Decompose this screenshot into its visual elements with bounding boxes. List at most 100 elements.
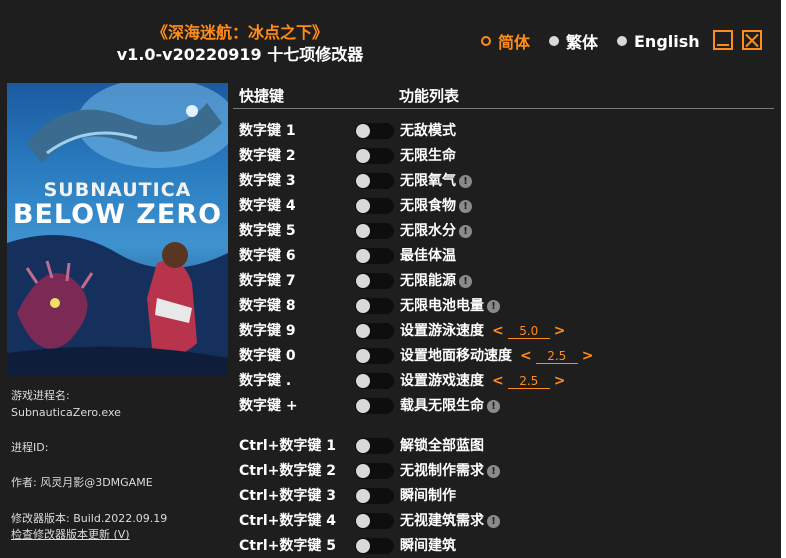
increase-arrow-icon[interactable]: > <box>554 321 566 341</box>
warning-icon: ! <box>459 174 472 188</box>
cheat-label: 无视建筑需求 <box>400 513 484 529</box>
cheat-hotkey: Ctrl+数字键 5 <box>239 538 337 554</box>
cheat-label-group: 瞬间制作 <box>400 486 456 506</box>
cheat-toggle[interactable] <box>355 373 394 389</box>
cheat-row: 数字键 5 无限水分! <box>0 221 781 241</box>
cheat-label-group: 载具无限生命! <box>400 396 500 416</box>
app-subtitle: v1.0-v20220919 十七项修改器 <box>116 45 364 64</box>
cheat-toggle[interactable] <box>355 248 394 264</box>
cheat-hotkey: 数字键 8 <box>239 298 296 314</box>
cheat-hotkey: 数字键 5 <box>239 223 296 239</box>
cheat-toggle[interactable] <box>355 148 394 164</box>
cheat-label: 无限水分 <box>400 223 456 239</box>
language-option-english[interactable]: English <box>617 30 700 52</box>
language-label: English <box>634 31 700 51</box>
cheat-label: 解锁全部蓝图 <box>400 438 484 454</box>
cheat-label-group: 设置游戏速度 <2.5 > <box>400 371 565 391</box>
warning-icon: ! <box>487 464 500 478</box>
cheat-hotkey: 数字键 0 <box>239 348 296 364</box>
stepper-value[interactable]: 5.0 <box>507 324 550 339</box>
close-icon[interactable] <box>742 30 762 50</box>
cheat-toggle[interactable] <box>355 223 394 239</box>
cheat-label-group: 无限生命 <box>400 146 456 166</box>
cheat-label: 无限电池电量 <box>400 298 484 314</box>
cheat-label-group: 无敌模式 <box>400 121 456 141</box>
language-label: 繁体 <box>566 33 599 52</box>
cheat-label-group: 无限氧气! <box>400 171 472 191</box>
minimize-icon[interactable] <box>713 30 733 50</box>
language-label: 简体 <box>498 33 531 52</box>
cheat-toggle[interactable] <box>355 323 394 339</box>
cheat-hotkey: Ctrl+数字键 1 <box>239 438 337 454</box>
language-option-traditional[interactable]: 繁体 <box>549 30 598 52</box>
cheat-row: 数字键 8 无限电池电量! <box>0 296 781 316</box>
cheat-label: 无限生命 <box>400 148 456 164</box>
cheat-row: 数字键 + 载具无限生命! <box>0 396 781 416</box>
cheat-toggle[interactable] <box>355 398 394 414</box>
header-divider <box>233 108 774 109</box>
cheat-label-group: 瞬间建筑 <box>400 536 456 556</box>
app-title: 《深海迷航：冰点之下》 <box>151 23 328 42</box>
toggle-knob <box>356 324 370 338</box>
toggle-knob <box>356 224 370 238</box>
toggle-knob <box>356 439 370 453</box>
hotkey-column-header: 快捷键 <box>239 87 285 105</box>
language-option-simplified[interactable]: 简体 <box>481 30 530 52</box>
cheat-toggle[interactable] <box>355 438 394 454</box>
cheat-label-group: 最佳体温 <box>400 246 456 266</box>
cheat-label: 无敌模式 <box>400 123 456 139</box>
toggle-knob <box>356 149 370 163</box>
cheat-toggle[interactable] <box>355 298 394 314</box>
cheat-row: 数字键 . 设置游戏速度 <2.5 > <box>0 371 781 391</box>
decrease-arrow-icon[interactable]: < <box>492 321 504 341</box>
value-stepper: <2.5 > <box>520 346 593 366</box>
cheat-label: 载具无限生命 <box>400 398 484 414</box>
cheat-hotkey: 数字键 7 <box>239 273 296 289</box>
cheat-toggle[interactable] <box>355 198 394 214</box>
radio-icon <box>617 36 627 46</box>
toggle-knob <box>356 174 370 188</box>
cheat-toggle[interactable] <box>355 348 394 364</box>
cheat-row: Ctrl+数字键 3 瞬间制作 <box>0 486 781 506</box>
cheat-label-group: 无限水分! <box>400 221 472 241</box>
toggle-knob <box>356 249 370 263</box>
warning-icon: ! <box>459 224 472 238</box>
toggle-knob <box>356 539 370 553</box>
cheat-hotkey: Ctrl+数字键 2 <box>239 463 337 479</box>
cheat-row: 数字键 7 无限能源! <box>0 271 781 291</box>
decrease-arrow-icon[interactable]: < <box>492 371 504 391</box>
cheat-label: 设置地面移动速度 <box>400 348 512 364</box>
increase-arrow-icon[interactable]: > <box>582 346 594 366</box>
cheat-hotkey: 数字键 . <box>239 373 292 389</box>
toggle-knob <box>356 489 370 503</box>
cheat-label-group: 无视建筑需求! <box>400 511 500 531</box>
stepper-value[interactable]: 2.5 <box>507 374 550 389</box>
decrease-arrow-icon[interactable]: < <box>520 346 532 366</box>
toggle-knob <box>356 464 370 478</box>
cheat-row: 数字键 1 无敌模式 <box>0 121 781 141</box>
cheat-label-group: 设置游泳速度 <5.0 > <box>400 321 565 341</box>
cheat-toggle[interactable] <box>355 538 394 554</box>
cheat-toggle[interactable] <box>355 488 394 504</box>
toggle-knob <box>356 349 370 363</box>
warning-icon: ! <box>487 514 500 528</box>
cheat-row: Ctrl+数字键 5 瞬间建筑 <box>0 536 781 556</box>
cheat-row: 数字键 6 最佳体温 <box>0 246 781 266</box>
cheat-toggle[interactable] <box>355 273 394 289</box>
stepper-value[interactable]: 2.5 <box>535 349 578 364</box>
cheat-row: 数字键 4 无限食物! <box>0 196 781 216</box>
cheat-toggle[interactable] <box>355 463 394 479</box>
cheat-label: 瞬间建筑 <box>400 538 456 554</box>
cheat-hotkey: Ctrl+数字键 3 <box>239 488 337 504</box>
toggle-knob <box>356 299 370 313</box>
toggle-knob <box>356 374 370 388</box>
cheat-label-group: 无限能源! <box>400 271 472 291</box>
cheat-row: 数字键 0 设置地面移动速度 <2.5 > <box>0 346 781 366</box>
cheat-label: 最佳体温 <box>400 248 456 264</box>
cheat-toggle[interactable] <box>355 173 394 189</box>
increase-arrow-icon[interactable]: > <box>554 371 566 391</box>
cheat-label-group: 无视制作需求! <box>400 461 500 481</box>
cheat-hotkey: 数字键 3 <box>239 173 296 189</box>
cheat-toggle[interactable] <box>355 123 394 139</box>
cheat-toggle[interactable] <box>355 513 394 529</box>
